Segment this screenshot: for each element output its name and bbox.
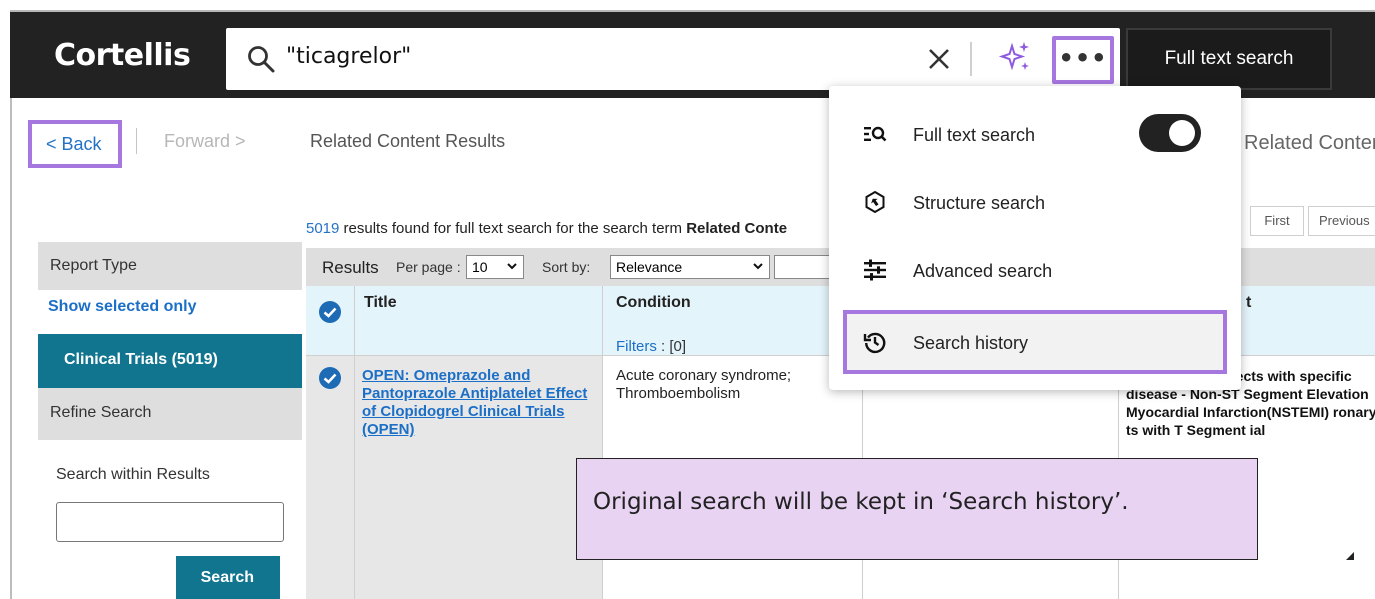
pager-previous-button[interactable]: Previous xyxy=(1308,206,1375,236)
column-header-condition[interactable]: Condition xyxy=(616,294,691,312)
chevron-down-icon xyxy=(753,263,763,270)
menu-label: Advanced search xyxy=(913,261,1053,281)
report-type-header: Report Type xyxy=(38,242,302,290)
search-input[interactable]: "ticagrelor" xyxy=(286,44,411,69)
back-link[interactable]: < Back xyxy=(46,134,102,155)
per-page-label: Per page : xyxy=(396,259,461,275)
search-icon xyxy=(248,46,275,73)
per-page-value: 10 xyxy=(472,259,488,275)
refine-search-label: Refine Search xyxy=(50,404,152,421)
menu-item-structure-search[interactable]: Structure search xyxy=(829,174,1241,230)
per-page-select[interactable]: 10 xyxy=(466,255,524,279)
sort-by-select[interactable]: Relevance xyxy=(610,255,770,279)
history-icon xyxy=(863,332,886,354)
back-button[interactable]: < Back xyxy=(28,120,122,168)
trial-title-link[interactable]: OPEN: Omeprazole and Pantoprazole Antipl… xyxy=(362,367,594,439)
full-text-search-icon xyxy=(864,126,887,142)
menu-label: Search history xyxy=(913,333,1029,353)
condition-filters[interactable]: Filters : [0] xyxy=(616,338,686,355)
filters-link[interactable]: Filters xyxy=(616,338,657,355)
page: Cortellis "ticagrelor" ••• Full text sea… xyxy=(0,0,1375,599)
checkbox-column xyxy=(306,356,354,599)
toggle-knob xyxy=(1169,120,1195,146)
chevron-down-icon xyxy=(507,263,517,270)
column-header-partial[interactable]: t xyxy=(1246,294,1251,312)
close-icon[interactable] xyxy=(926,46,952,72)
menu-label: Structure search xyxy=(913,193,1046,213)
column-divider xyxy=(354,286,355,599)
sidebar-item-clinical-trials[interactable]: Clinical Trials (5019) xyxy=(38,334,302,388)
show-selected-link[interactable]: Show selected only xyxy=(48,298,196,316)
results-count: 5019 xyxy=(306,220,340,237)
filters-count: : [0] xyxy=(656,338,687,355)
structure-search-icon xyxy=(865,190,885,214)
divider xyxy=(970,42,972,76)
menu-label: Full text search xyxy=(913,125,1036,145)
related-content-heading: Related Conter xyxy=(1244,132,1375,154)
page-title: Related Content Results xyxy=(310,131,506,151)
pager-first-button[interactable]: First xyxy=(1250,206,1304,236)
results-label: Results xyxy=(322,258,379,277)
annotation-callout: Original search will be kept in ‘Search … xyxy=(576,458,1258,560)
menu-item-search-history[interactable]: Search history xyxy=(829,314,1241,370)
search-within-button[interactable]: Search xyxy=(176,556,280,599)
results-found-text: results found for full text search for t… xyxy=(339,220,687,237)
ai-sparkle-icon[interactable] xyxy=(998,40,1032,74)
full-text-toggle[interactable] xyxy=(1139,114,1201,152)
search-within-input[interactable] xyxy=(56,502,284,542)
column-header-title[interactable]: Title xyxy=(364,294,397,312)
trial-condition: Acute coronary syndrome; Thromboembolism xyxy=(616,367,792,402)
menu-item-full-text-search[interactable]: Full text search xyxy=(829,106,1241,162)
nav-divider xyxy=(136,128,137,154)
more-icon: ••• xyxy=(1058,44,1108,72)
search-box[interactable]: "ticagrelor" ••• xyxy=(226,28,1120,90)
refine-search-header: Refine Search xyxy=(38,388,302,440)
search-options-menu: Full text search Structure search Advanc… xyxy=(829,86,1241,390)
row-check-icon[interactable] xyxy=(318,366,342,390)
cortellis-logo[interactable]: Cortellis xyxy=(54,38,191,73)
callout-text: Original search will be kept in ‘Search … xyxy=(593,489,1129,515)
sort-value: Relevance xyxy=(616,259,683,275)
report-type-label: Report Type xyxy=(50,257,137,274)
search-within-label: Search within Results xyxy=(56,466,210,483)
select-all-check-icon[interactable] xyxy=(318,300,342,324)
resize-handle-icon[interactable] xyxy=(1346,552,1354,560)
more-options-button[interactable]: ••• xyxy=(1052,36,1114,84)
search-term: Related Conte xyxy=(686,220,788,237)
left-border xyxy=(10,98,12,599)
results-summary: 5019 results found for full text search … xyxy=(306,220,787,237)
menu-item-advanced-search[interactable]: Advanced search xyxy=(829,242,1241,298)
full-text-search-button[interactable]: Full text search xyxy=(1126,28,1332,90)
top-bar: Cortellis "ticagrelor" ••• Full text sea… xyxy=(10,10,1375,98)
sort-by-label: Sort by: xyxy=(542,259,591,275)
clinical-trials-label: Clinical Trials (5019) xyxy=(64,351,218,368)
advanced-search-icon xyxy=(864,259,886,281)
forward-link[interactable]: Forward > xyxy=(164,131,246,152)
